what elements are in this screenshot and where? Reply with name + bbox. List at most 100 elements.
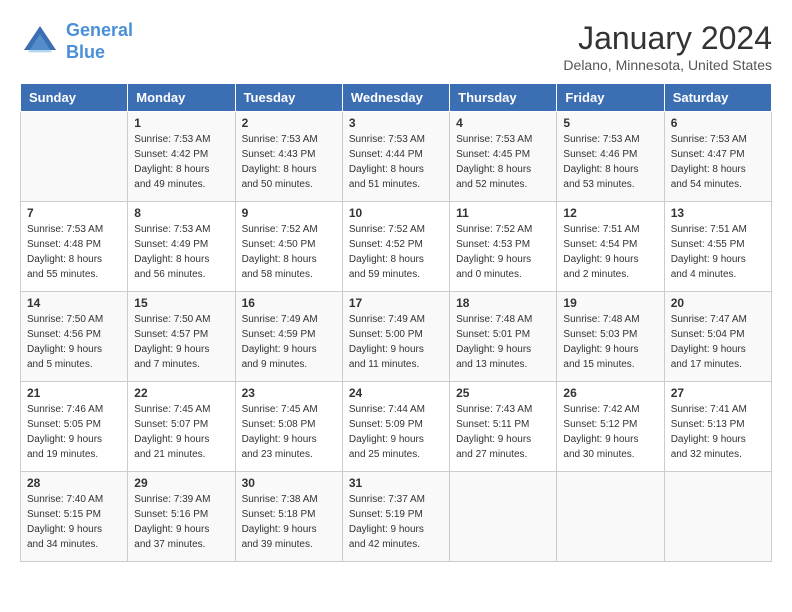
day-number: 5: [563, 116, 657, 130]
day-info: Sunrise: 7:53 AMSunset: 4:45 PMDaylight:…: [456, 132, 550, 192]
day-info: Sunrise: 7:53 AMSunset: 4:43 PMDaylight:…: [242, 132, 336, 192]
day-info: Sunrise: 7:53 AMSunset: 4:47 PMDaylight:…: [671, 132, 765, 192]
calendar-cell: [557, 472, 664, 562]
calendar-cell: 29 Sunrise: 7:39 AMSunset: 5:16 PMDaylig…: [128, 472, 235, 562]
day-info: Sunrise: 7:53 AMSunset: 4:49 PMDaylight:…: [134, 222, 228, 282]
day-number: 16: [242, 296, 336, 310]
day-number: 2: [242, 116, 336, 130]
calendar-cell: 6 Sunrise: 7:53 AMSunset: 4:47 PMDayligh…: [664, 112, 771, 202]
day-info: Sunrise: 7:51 AMSunset: 4:55 PMDaylight:…: [671, 222, 765, 282]
calendar-week-4: 28 Sunrise: 7:40 AMSunset: 5:15 PMDaylig…: [21, 472, 772, 562]
calendar-cell: 18 Sunrise: 7:48 AMSunset: 5:01 PMDaylig…: [450, 292, 557, 382]
day-number: 24: [349, 386, 443, 400]
header-tuesday: Tuesday: [235, 84, 342, 112]
day-info: Sunrise: 7:40 AMSunset: 5:15 PMDaylight:…: [27, 492, 121, 552]
day-number: 28: [27, 476, 121, 490]
day-info: Sunrise: 7:48 AMSunset: 5:01 PMDaylight:…: [456, 312, 550, 372]
calendar-cell: [21, 112, 128, 202]
day-info: Sunrise: 7:50 AMSunset: 4:57 PMDaylight:…: [134, 312, 228, 372]
day-number: 30: [242, 476, 336, 490]
calendar-title: January 2024: [563, 20, 772, 57]
logo-icon: [20, 22, 60, 62]
day-info: Sunrise: 7:52 AMSunset: 4:50 PMDaylight:…: [242, 222, 336, 282]
page-header: General Blue January 2024 Delano, Minnes…: [20, 20, 772, 73]
calendar-cell: 23 Sunrise: 7:45 AMSunset: 5:08 PMDaylig…: [235, 382, 342, 472]
day-number: 29: [134, 476, 228, 490]
day-number: 8: [134, 206, 228, 220]
day-number: 21: [27, 386, 121, 400]
day-number: 25: [456, 386, 550, 400]
calendar-cell: 7 Sunrise: 7:53 AMSunset: 4:48 PMDayligh…: [21, 202, 128, 292]
calendar-cell: 30 Sunrise: 7:38 AMSunset: 5:18 PMDaylig…: [235, 472, 342, 562]
logo-line1: General: [66, 20, 133, 40]
calendar-cell: 17 Sunrise: 7:49 AMSunset: 5:00 PMDaylig…: [342, 292, 449, 382]
calendar-cell: 2 Sunrise: 7:53 AMSunset: 4:43 PMDayligh…: [235, 112, 342, 202]
day-info: Sunrise: 7:39 AMSunset: 5:16 PMDaylight:…: [134, 492, 228, 552]
calendar-cell: 21 Sunrise: 7:46 AMSunset: 5:05 PMDaylig…: [21, 382, 128, 472]
calendar-cell: 5 Sunrise: 7:53 AMSunset: 4:46 PMDayligh…: [557, 112, 664, 202]
day-info: Sunrise: 7:52 AMSunset: 4:52 PMDaylight:…: [349, 222, 443, 282]
calendar-cell: 9 Sunrise: 7:52 AMSunset: 4:50 PMDayligh…: [235, 202, 342, 292]
calendar-cell: 11 Sunrise: 7:52 AMSunset: 4:53 PMDaylig…: [450, 202, 557, 292]
day-info: Sunrise: 7:47 AMSunset: 5:04 PMDaylight:…: [671, 312, 765, 372]
calendar-cell: 15 Sunrise: 7:50 AMSunset: 4:57 PMDaylig…: [128, 292, 235, 382]
calendar-cell: 3 Sunrise: 7:53 AMSunset: 4:44 PMDayligh…: [342, 112, 449, 202]
calendar-cell: 22 Sunrise: 7:45 AMSunset: 5:07 PMDaylig…: [128, 382, 235, 472]
day-number: 17: [349, 296, 443, 310]
day-number: 15: [134, 296, 228, 310]
day-number: 18: [456, 296, 550, 310]
calendar-header: Sunday Monday Tuesday Wednesday Thursday…: [21, 84, 772, 112]
calendar-cell: 26 Sunrise: 7:42 AMSunset: 5:12 PMDaylig…: [557, 382, 664, 472]
day-info: Sunrise: 7:49 AMSunset: 4:59 PMDaylight:…: [242, 312, 336, 372]
day-number: 14: [27, 296, 121, 310]
calendar-cell: 12 Sunrise: 7:51 AMSunset: 4:54 PMDaylig…: [557, 202, 664, 292]
logo-text: General Blue: [66, 20, 133, 63]
calendar-table: Sunday Monday Tuesday Wednesday Thursday…: [20, 83, 772, 562]
calendar-cell: 8 Sunrise: 7:53 AMSunset: 4:49 PMDayligh…: [128, 202, 235, 292]
calendar-cell: 31 Sunrise: 7:37 AMSunset: 5:19 PMDaylig…: [342, 472, 449, 562]
calendar-cell: 1 Sunrise: 7:53 AMSunset: 4:42 PMDayligh…: [128, 112, 235, 202]
calendar-cell: [664, 472, 771, 562]
calendar-cell: 13 Sunrise: 7:51 AMSunset: 4:55 PMDaylig…: [664, 202, 771, 292]
header-sunday: Sunday: [21, 84, 128, 112]
day-info: Sunrise: 7:50 AMSunset: 4:56 PMDaylight:…: [27, 312, 121, 372]
calendar-cell: 19 Sunrise: 7:48 AMSunset: 5:03 PMDaylig…: [557, 292, 664, 382]
day-info: Sunrise: 7:48 AMSunset: 5:03 PMDaylight:…: [563, 312, 657, 372]
day-number: 10: [349, 206, 443, 220]
day-number: 13: [671, 206, 765, 220]
header-wednesday: Wednesday: [342, 84, 449, 112]
day-info: Sunrise: 7:46 AMSunset: 5:05 PMDaylight:…: [27, 402, 121, 462]
calendar-cell: 24 Sunrise: 7:44 AMSunset: 5:09 PMDaylig…: [342, 382, 449, 472]
calendar-cell: 28 Sunrise: 7:40 AMSunset: 5:15 PMDaylig…: [21, 472, 128, 562]
day-number: 31: [349, 476, 443, 490]
calendar-body: 1 Sunrise: 7:53 AMSunset: 4:42 PMDayligh…: [21, 112, 772, 562]
day-info: Sunrise: 7:53 AMSunset: 4:44 PMDaylight:…: [349, 132, 443, 192]
calendar-week-3: 21 Sunrise: 7:46 AMSunset: 5:05 PMDaylig…: [21, 382, 772, 472]
day-number: 27: [671, 386, 765, 400]
day-number: 19: [563, 296, 657, 310]
calendar-cell: 20 Sunrise: 7:47 AMSunset: 5:04 PMDaylig…: [664, 292, 771, 382]
calendar-week-0: 1 Sunrise: 7:53 AMSunset: 4:42 PMDayligh…: [21, 112, 772, 202]
header-monday: Monday: [128, 84, 235, 112]
day-number: 23: [242, 386, 336, 400]
day-info: Sunrise: 7:52 AMSunset: 4:53 PMDaylight:…: [456, 222, 550, 282]
day-info: Sunrise: 7:49 AMSunset: 5:00 PMDaylight:…: [349, 312, 443, 372]
calendar-cell: 16 Sunrise: 7:49 AMSunset: 4:59 PMDaylig…: [235, 292, 342, 382]
day-info: Sunrise: 7:45 AMSunset: 5:08 PMDaylight:…: [242, 402, 336, 462]
day-info: Sunrise: 7:42 AMSunset: 5:12 PMDaylight:…: [563, 402, 657, 462]
header-saturday: Saturday: [664, 84, 771, 112]
calendar-cell: [450, 472, 557, 562]
day-number: 1: [134, 116, 228, 130]
day-info: Sunrise: 7:45 AMSunset: 5:07 PMDaylight:…: [134, 402, 228, 462]
calendar-cell: 10 Sunrise: 7:52 AMSunset: 4:52 PMDaylig…: [342, 202, 449, 292]
day-info: Sunrise: 7:44 AMSunset: 5:09 PMDaylight:…: [349, 402, 443, 462]
day-info: Sunrise: 7:53 AMSunset: 4:48 PMDaylight:…: [27, 222, 121, 282]
day-info: Sunrise: 7:53 AMSunset: 4:46 PMDaylight:…: [563, 132, 657, 192]
day-number: 9: [242, 206, 336, 220]
calendar-week-1: 7 Sunrise: 7:53 AMSunset: 4:48 PMDayligh…: [21, 202, 772, 292]
calendar-cell: 14 Sunrise: 7:50 AMSunset: 4:56 PMDaylig…: [21, 292, 128, 382]
logo-line2: Blue: [66, 42, 105, 62]
header-row: Sunday Monday Tuesday Wednesday Thursday…: [21, 84, 772, 112]
day-number: 7: [27, 206, 121, 220]
day-info: Sunrise: 7:41 AMSunset: 5:13 PMDaylight:…: [671, 402, 765, 462]
